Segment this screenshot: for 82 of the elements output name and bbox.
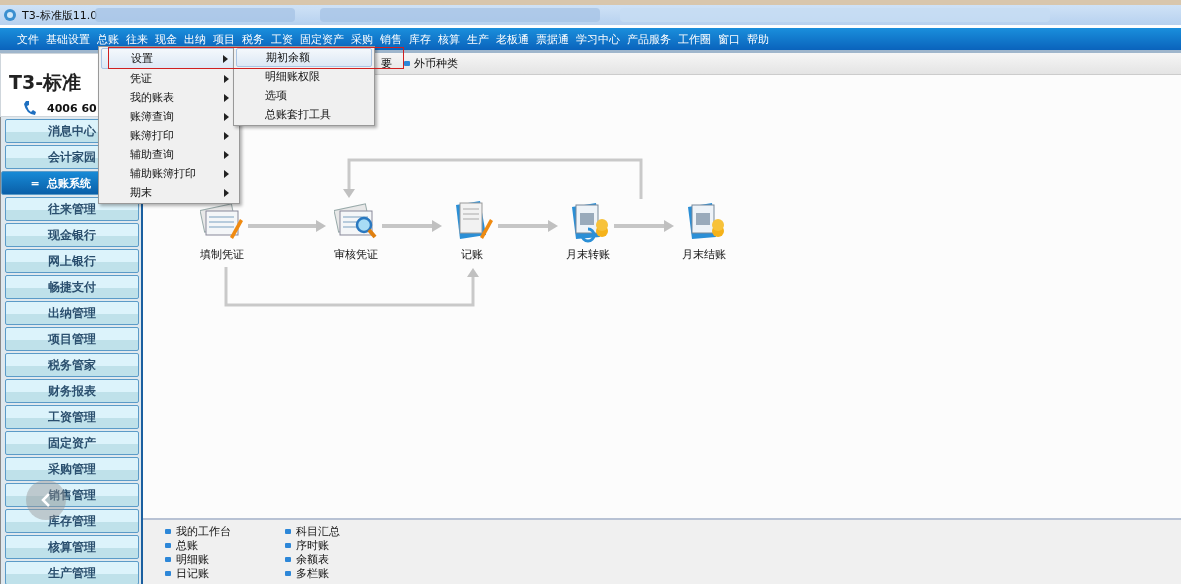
bullet-icon <box>165 528 171 534</box>
bullet-icon <box>285 570 291 576</box>
bullet-icon <box>285 542 291 548</box>
sidebar-item[interactable]: 现金银行 <box>5 223 139 247</box>
menu-item[interactable]: 核算 <box>438 31 460 47</box>
flow-arrow <box>382 220 442 232</box>
menu-item[interactable]: 固定资产 <box>300 31 344 47</box>
menu-item[interactable]: 税务 <box>242 31 264 47</box>
bullet-icon <box>165 570 171 576</box>
menu-item[interactable]: 采购 <box>351 31 373 47</box>
flow-arrow <box>614 220 674 232</box>
sidebar-item[interactable]: 固定资产 <box>5 431 139 455</box>
sidebar-item[interactable]: 销售管理 <box>5 483 139 507</box>
step-label: 填制凭证 <box>200 247 244 262</box>
quick-link[interactable]: 多栏账 <box>296 565 329 581</box>
toolbar-link[interactable]: 要 <box>381 56 392 71</box>
caret-icon <box>224 93 229 102</box>
sidebar-item[interactable]: 往来管理 <box>5 197 139 221</box>
menu-item[interactable]: 总账套打工具 <box>236 105 372 124</box>
menu-item[interactable]: 学习中心 <box>576 31 620 47</box>
step-label: 月末结账 <box>682 247 726 262</box>
bullet-icon <box>165 542 171 548</box>
sidebar-item[interactable]: 生产管理 <box>5 561 139 584</box>
quick-link[interactable]: 日记账 <box>176 565 209 581</box>
menu-item[interactable]: 明细账权限 <box>236 67 372 86</box>
bullet-icon <box>165 556 171 562</box>
caret-icon <box>223 54 228 63</box>
menu-item[interactable]: 基础设置 <box>46 31 90 47</box>
step-label: 记账 <box>461 247 483 262</box>
sidebar-item[interactable]: 库存管理 <box>5 509 139 533</box>
caret-icon <box>224 112 229 121</box>
caret-icon <box>224 169 229 178</box>
app-icon <box>3 8 17 22</box>
sidebar-item[interactable]: 工资管理 <box>5 405 139 429</box>
bullet-icon <box>285 556 291 562</box>
menu-item[interactable]: 老板通 <box>496 31 529 47</box>
quick-link[interactable]: 科目汇总 <box>296 523 340 539</box>
menu-item[interactable]: 工资 <box>271 31 293 47</box>
sidebar-item[interactable]: 畅捷支付 <box>5 275 139 299</box>
quick-link[interactable]: 序时账 <box>296 537 329 553</box>
quick-link[interactable]: 我的工作台 <box>176 523 231 539</box>
flow-arrow <box>498 220 558 232</box>
sidebar-item[interactable]: 财务报表 <box>5 379 139 403</box>
menu-item[interactable]: 我的账表 <box>101 88 237 107</box>
menu-item[interactable]: 选项 <box>236 86 372 105</box>
menu-item[interactable]: 生产 <box>467 31 489 47</box>
caret-icon <box>224 150 229 159</box>
menu-item[interactable]: 凭证 <box>101 69 237 88</box>
sidebar-item[interactable]: 项目管理 <box>5 327 139 351</box>
toolbar-link[interactable]: 外币种类 <box>414 56 458 71</box>
step-label: 月末转账 <box>566 247 610 262</box>
menu-item[interactable]: 帮助 <box>747 31 769 47</box>
menu-item[interactable]: 产品服务 <box>627 31 671 47</box>
step-label: 审核凭证 <box>334 247 378 262</box>
menu-item[interactable]: 工作圈 <box>678 31 711 47</box>
quick-link[interactable]: 总账 <box>176 537 198 553</box>
sidebar-item[interactable]: 核算管理 <box>5 535 139 559</box>
caret-icon <box>224 74 229 83</box>
bullet-icon <box>285 528 291 534</box>
menu-item[interactable]: 期初余额 <box>236 48 372 67</box>
window-title: T3-标准版11.0 <box>22 7 98 23</box>
menu-item[interactable]: 往来 <box>126 31 148 47</box>
phone-number: 4006 60 <box>47 101 97 115</box>
sidebar-item[interactable]: 网上银行 <box>5 249 139 273</box>
quick-link[interactable]: 余额表 <box>296 551 329 567</box>
phone-icon <box>23 100 37 116</box>
menu-item[interactable]: 窗口 <box>718 31 740 47</box>
caret-icon <box>224 188 229 197</box>
logo: T3-标准 <box>9 71 82 93</box>
menu-item[interactable]: 销售 <box>380 31 402 47</box>
menu-item[interactable]: 项目 <box>213 31 235 47</box>
menu-item[interactable]: 文件 <box>17 31 39 47</box>
menu-item[interactable]: 现金 <box>155 31 177 47</box>
menu-item[interactable]: 库存 <box>409 31 431 47</box>
caret-icon <box>224 131 229 140</box>
menu-item[interactable]: 总账 <box>97 31 119 47</box>
sidebar-item[interactable]: 采购管理 <box>5 457 139 481</box>
sidebar-item[interactable]: 税务管家 <box>5 353 139 377</box>
sidebar-item[interactable]: 出纳管理 <box>5 301 139 325</box>
menu-item[interactable]: 出纳 <box>184 31 206 47</box>
menu-item[interactable]: 票据通 <box>536 31 569 47</box>
quick-link[interactable]: 明细账 <box>176 551 209 567</box>
